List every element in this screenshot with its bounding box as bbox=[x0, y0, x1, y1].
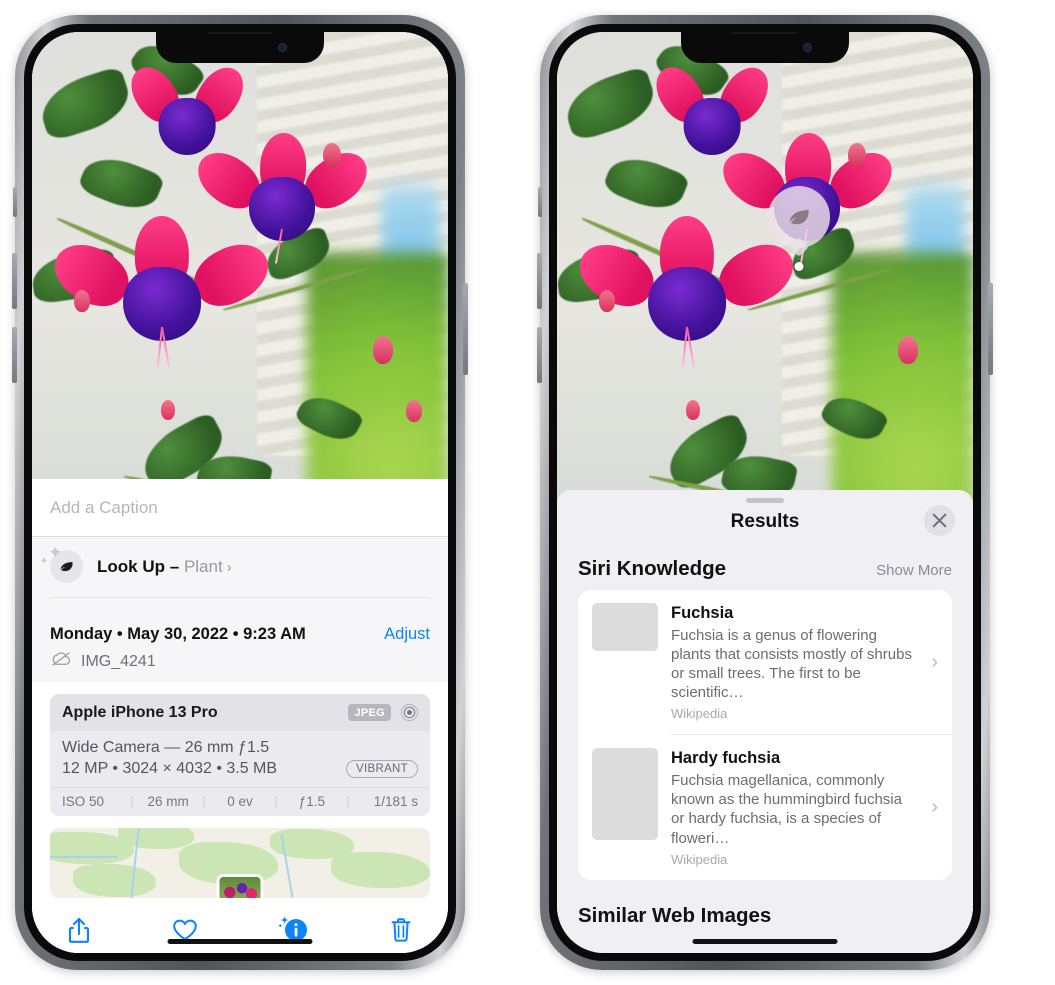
camera-model: Apple iPhone 13 Pro bbox=[62, 703, 218, 721]
siri-knowledge-card-group: Fuchsia Fuchsia is a genus of flowering … bbox=[578, 590, 952, 880]
result-description: Fuchsia magellanica, commonly known as t… bbox=[671, 772, 902, 847]
right-phone-device: Results Siri Knowledge Show More Fuchsia… bbox=[537, 15, 993, 970]
look-up-label: Look Up – Plant › bbox=[97, 556, 232, 576]
photo-bud bbox=[685, 400, 700, 421]
image-size-info: 12 MP • 3024 × 4032 • 3.5 MB bbox=[62, 760, 278, 777]
cloud-slash-icon bbox=[50, 651, 72, 672]
photo-flower bbox=[569, 216, 804, 368]
exif-row: ISO 50 | 26 mm | 0 ev | ƒ1.5 | 1/181 s bbox=[50, 787, 430, 816]
left-phone-screen: Add a Caption ✦ ✦ Look Up – Plant › Mond… bbox=[32, 32, 448, 953]
exif-iso: ISO 50 bbox=[62, 794, 105, 809]
knowledge-card[interactable]: Fuchsia Fuchsia is a genus of flowering … bbox=[578, 590, 952, 734]
front-camera-icon bbox=[803, 43, 812, 52]
photo-info-sheet: Add a Caption ✦ ✦ Look Up – Plant › Mond… bbox=[32, 479, 448, 953]
look-up-row[interactable]: ✦ ✦ Look Up – Plant › bbox=[40, 544, 430, 583]
knowledge-card[interactable]: Hardy fuchsia Fuchsia magellanica, commo… bbox=[578, 735, 952, 879]
right-phone-bezel: Results Siri Knowledge Show More Fuchsia… bbox=[549, 24, 981, 961]
photo-bud bbox=[898, 335, 919, 364]
section-title: Similar Web Images bbox=[578, 903, 772, 927]
earpiece-speaker bbox=[206, 32, 274, 34]
volume-up-button[interactable] bbox=[12, 253, 17, 309]
silent-switch[interactable] bbox=[538, 187, 542, 217]
result-title: Fuchsia bbox=[671, 604, 734, 622]
photographic-style-badge: VIBRANT bbox=[346, 760, 418, 778]
earpiece-speaker bbox=[731, 32, 799, 34]
result-title: Hardy fuchsia bbox=[671, 749, 781, 768]
photo-bud bbox=[373, 335, 394, 364]
notch bbox=[681, 32, 849, 63]
right-phone-screen: Results Siri Knowledge Show More Fuchsia… bbox=[557, 32, 973, 953]
share-button[interactable] bbox=[64, 915, 94, 945]
siri-knowledge-section-header: Siri Knowledge Show More bbox=[557, 533, 973, 590]
look-up-block: ✦ ✦ Look Up – Plant › bbox=[32, 537, 448, 613]
result-source: Wikipedia bbox=[671, 706, 728, 722]
lens-description: Wide Camera — 26 mm ƒ1.5 bbox=[62, 739, 270, 756]
photo-flower bbox=[187, 132, 377, 264]
home-indicator[interactable] bbox=[167, 939, 313, 944]
leaf-icon: ✦ ✦ bbox=[40, 544, 83, 583]
photo-flower bbox=[647, 58, 778, 156]
power-button[interactable] bbox=[463, 283, 468, 375]
exif-shutter-speed: 1/181 s bbox=[373, 794, 419, 809]
photo-toolbar bbox=[32, 898, 448, 953]
photo-bud bbox=[848, 142, 867, 167]
location-map-card[interactable] bbox=[50, 828, 430, 898]
show-more-button[interactable]: Show More bbox=[876, 562, 952, 579]
similar-image-item[interactable] bbox=[860, 937, 952, 953]
result-thumbnail bbox=[592, 748, 658, 841]
volume-up-button[interactable] bbox=[537, 253, 542, 309]
result-thumbnail bbox=[592, 603, 658, 651]
result-description: Fuchsia is a genus of flowering plants t… bbox=[671, 626, 912, 702]
photo-location-pin bbox=[216, 874, 264, 898]
notch bbox=[156, 32, 324, 63]
visual-look-up-anchor-dot bbox=[794, 262, 804, 271]
caption-field[interactable]: Add a Caption bbox=[32, 479, 448, 536]
visual-look-up-badge[interactable] bbox=[768, 186, 830, 271]
volume-down-button[interactable] bbox=[12, 327, 17, 383]
home-indicator[interactable] bbox=[692, 939, 838, 944]
results-header: Results bbox=[557, 503, 973, 536]
photo-date: Monday • May 30, 2022 • 9:23 AM bbox=[50, 625, 306, 643]
silent-switch[interactable] bbox=[13, 187, 17, 217]
photo-bud bbox=[73, 289, 90, 312]
section-title: Siri Knowledge bbox=[578, 557, 727, 580]
left-phone-bezel: Add a Caption ✦ ✦ Look Up – Plant › Mond… bbox=[24, 24, 456, 961]
close-icon[interactable] bbox=[924, 505, 955, 536]
adjust-button[interactable]: Adjust bbox=[384, 625, 430, 644]
photo-bud bbox=[598, 289, 615, 312]
aperture-icon[interactable] bbox=[400, 703, 419, 722]
left-phone-device: Add a Caption ✦ ✦ Look Up – Plant › Mond… bbox=[12, 15, 468, 970]
camera-info-card: Apple iPhone 13 Pro JPEG Wide Camera — 2… bbox=[50, 694, 430, 816]
delete-button[interactable] bbox=[386, 915, 416, 945]
chevron-right-icon: › bbox=[931, 650, 938, 673]
photo-flower bbox=[122, 58, 253, 156]
results-sheet: Results Siri Knowledge Show More Fuchsia… bbox=[557, 490, 973, 953]
chevron-right-icon: › bbox=[226, 558, 232, 576]
power-button[interactable] bbox=[988, 283, 993, 375]
result-source: Wikipedia bbox=[671, 851, 728, 867]
photo-filename: IMG_4241 bbox=[81, 652, 156, 670]
exif-exposure-bias: 0 ev bbox=[227, 794, 253, 809]
sparkle-icon: ✦ bbox=[40, 556, 49, 567]
chevron-right-icon: › bbox=[931, 796, 938, 819]
results-title: Results bbox=[730, 511, 800, 532]
exif-aperture: ƒ1.5 bbox=[298, 794, 326, 809]
metadata-block: Monday • May 30, 2022 • 9:23 AM Adjust I… bbox=[32, 613, 448, 682]
photo-flower bbox=[44, 216, 279, 368]
format-badge: JPEG bbox=[348, 704, 391, 721]
similar-web-images-section-header: Similar Web Images bbox=[557, 880, 973, 937]
similar-image-item[interactable] bbox=[578, 937, 670, 953]
screenshot-root: Add a Caption ✦ ✦ Look Up – Plant › Mond… bbox=[0, 0, 1055, 985]
exif-focal-length: 26 mm bbox=[147, 794, 189, 809]
camera-card-header: Apple iPhone 13 Pro JPEG bbox=[50, 694, 430, 731]
photo-bud bbox=[160, 400, 175, 421]
divider bbox=[50, 597, 430, 598]
photo-bud bbox=[323, 142, 342, 167]
front-camera-icon bbox=[278, 43, 287, 52]
leaf-icon bbox=[768, 186, 830, 248]
volume-down-button[interactable] bbox=[537, 327, 542, 383]
